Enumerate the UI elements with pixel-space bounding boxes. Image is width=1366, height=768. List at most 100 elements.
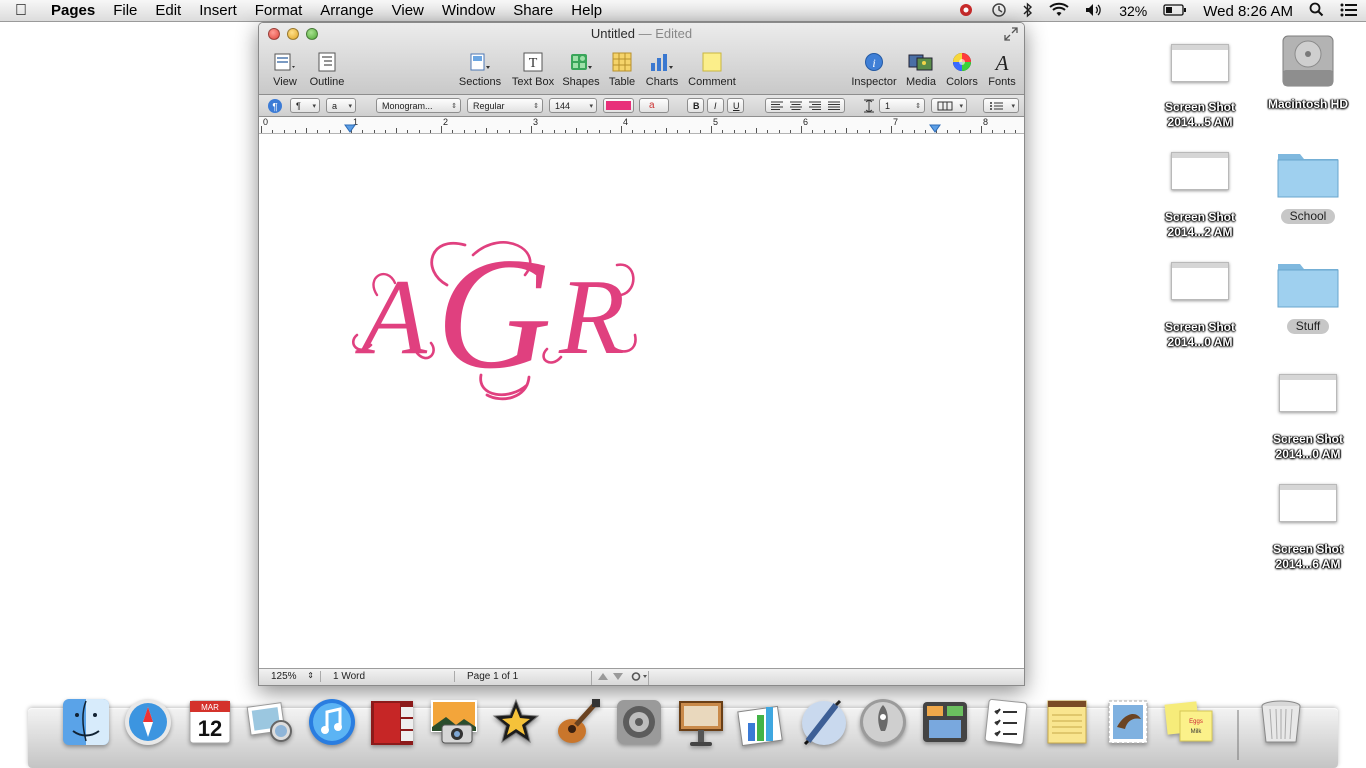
underline-button[interactable]: U	[727, 98, 744, 113]
font-size-label: 144	[555, 100, 571, 111]
volume-icon[interactable]	[1085, 3, 1103, 20]
document-page[interactable]: A G R	[259, 135, 1024, 669]
dock-garageband[interactable]	[550, 694, 604, 750]
dock-pages[interactable]	[796, 694, 850, 750]
text-color-well[interactable]	[603, 98, 634, 113]
desktop-icon-screenshot[interactable]: Screen Shot 2014...6 AM	[1263, 484, 1353, 572]
dock-system-preferences[interactable]	[612, 694, 666, 750]
sections-button[interactable]: Sections	[452, 51, 508, 88]
fullscreen-icon[interactable]	[1004, 27, 1018, 44]
color-wheel-icon	[952, 51, 972, 73]
underline-label: U	[733, 100, 740, 111]
show-invisibles-icon[interactable]: ¶	[267, 98, 283, 119]
document-edited-status: Edited	[655, 26, 693, 41]
italic-button[interactable]: I	[707, 98, 724, 113]
menu-edit[interactable]: Edit	[146, 2, 190, 19]
list-icon	[990, 101, 1003, 110]
desktop-icon-screenshot[interactable]: Screen Shot 2014...5 AM	[1155, 44, 1245, 130]
status-bar: 125% ⇕ 1 Word Page 1 of 1	[259, 668, 1024, 685]
dock-photo-booth[interactable]	[365, 694, 419, 750]
font-family-menu[interactable]: Monogram... ⇕	[376, 98, 461, 113]
dock-iphoto[interactable]	[428, 694, 482, 750]
desktop-icon-school-folder[interactable]: School	[1263, 144, 1353, 225]
desktop-icon-label: Screen Shot	[1164, 100, 1236, 114]
menu-clock[interactable]: Wed 8:26 AM	[1203, 3, 1293, 20]
dock-imovie[interactable]	[489, 694, 543, 750]
ruler-tick	[576, 128, 577, 133]
dock-launchpad[interactable]	[856, 694, 910, 750]
paragraph-style-menu[interactable]: ¶ ▾	[290, 98, 320, 113]
dock-ical[interactable]: MAR 12	[183, 694, 237, 750]
font-size-field[interactable]: 144 ▾	[549, 98, 597, 113]
ruler-tick	[778, 130, 780, 133]
zoom-menu[interactable]: 125% ⇕	[259, 671, 321, 682]
dock-mail[interactable]	[1101, 694, 1155, 750]
highlight-color-well[interactable]: a	[639, 98, 669, 113]
fonts-button[interactable]: A Fonts	[974, 51, 1024, 88]
ruler-tick	[373, 130, 375, 133]
menu-insert[interactable]: Insert	[190, 2, 246, 19]
dock-itunes[interactable]	[305, 694, 359, 750]
battery-icon[interactable]	[1163, 3, 1187, 19]
spotlight-search-icon[interactable]	[1309, 2, 1324, 20]
notes-icon	[1047, 700, 1087, 744]
menu-app-pages[interactable]: Pages	[42, 2, 104, 19]
bluetooth-icon[interactable]	[1023, 1, 1033, 21]
desktop-icon-screenshot[interactable]: Screen Shot 2014...2 AM	[1155, 152, 1245, 240]
line-spacing-icon	[863, 99, 875, 118]
dock-image-capture[interactable]	[243, 694, 297, 750]
outline-button[interactable]: Outline	[299, 51, 355, 88]
trash-icon	[1261, 700, 1301, 743]
record-icon[interactable]	[957, 3, 975, 20]
dock-numbers[interactable]	[734, 694, 788, 750]
sections-icon	[468, 51, 492, 73]
reminders-icon	[984, 698, 1028, 746]
dock-reminders[interactable]	[979, 694, 1033, 750]
dock-stickies[interactable]: Eggs Milk	[1162, 694, 1216, 750]
dock-mission-control[interactable]	[918, 694, 972, 750]
menu-share[interactable]: Share	[504, 2, 562, 19]
dock-safari[interactable]	[121, 694, 175, 750]
ruler-tick	[587, 130, 589, 133]
window-title: Untitled — Edited	[259, 26, 1024, 41]
comment-button[interactable]: Comment	[684, 51, 740, 88]
menu-window[interactable]: Window	[433, 2, 504, 19]
list-style-menu[interactable]: ▾	[983, 98, 1019, 113]
numbers-icon	[737, 705, 783, 747]
ruler-tick	[283, 130, 285, 133]
menu-view[interactable]: View	[383, 2, 433, 19]
monogram-text[interactable]: A G R	[347, 225, 637, 405]
desktop-icon-screenshot[interactable]: Screen Shot 2014...0 AM	[1263, 374, 1353, 462]
character-style-menu[interactable]: a ▾	[326, 98, 356, 113]
menu-format[interactable]: Format	[246, 2, 312, 19]
dock-trash[interactable]	[1254, 694, 1308, 750]
wifi-icon[interactable]	[1049, 2, 1069, 20]
font-style-menu[interactable]: Regular ⇕	[467, 98, 543, 113]
notification-center-icon[interactable]	[1340, 3, 1358, 20]
ruler-tick	[981, 126, 982, 133]
line-spacing-field[interactable]: 1 ⇕	[879, 98, 925, 113]
columns-menu[interactable]: ▾	[931, 98, 967, 113]
battery-percent[interactable]: 32%	[1119, 3, 1147, 19]
charts-button[interactable]: Charts	[634, 51, 690, 88]
desktop-icon-macintosh-hd[interactable]: Macintosh HD	[1263, 30, 1353, 112]
text-color-swatch	[606, 101, 631, 110]
dock-notes[interactable]	[1040, 694, 1094, 750]
page-navigation[interactable]	[591, 671, 649, 685]
menu-file[interactable]: File	[104, 2, 146, 19]
dock-finder[interactable]	[59, 694, 113, 750]
menu-arrange[interactable]: Arrange	[311, 2, 382, 19]
desktop-icon-screenshot[interactable]: Screen Shot 2014...0 AM	[1155, 262, 1245, 350]
ruler-tick	[474, 130, 476, 133]
time-machine-icon[interactable]	[991, 2, 1007, 21]
apple-menu-icon[interactable]: 	[0, 2, 42, 20]
menu-help[interactable]: Help	[562, 2, 611, 19]
window-titlebar[interactable]: Untitled — Edited View Outline Sections …	[259, 23, 1024, 95]
ruler-tick	[317, 130, 319, 133]
desktop-icon-stuff-folder[interactable]: Stuff	[1263, 254, 1353, 335]
ruler[interactable]: 0 1 2 3 4 5 6 7 8	[259, 117, 1024, 134]
dock-keynote[interactable]	[674, 694, 728, 750]
bold-button[interactable]: B	[687, 98, 704, 113]
ruler-tick	[486, 128, 487, 133]
alignment-buttons[interactable]	[765, 98, 845, 113]
